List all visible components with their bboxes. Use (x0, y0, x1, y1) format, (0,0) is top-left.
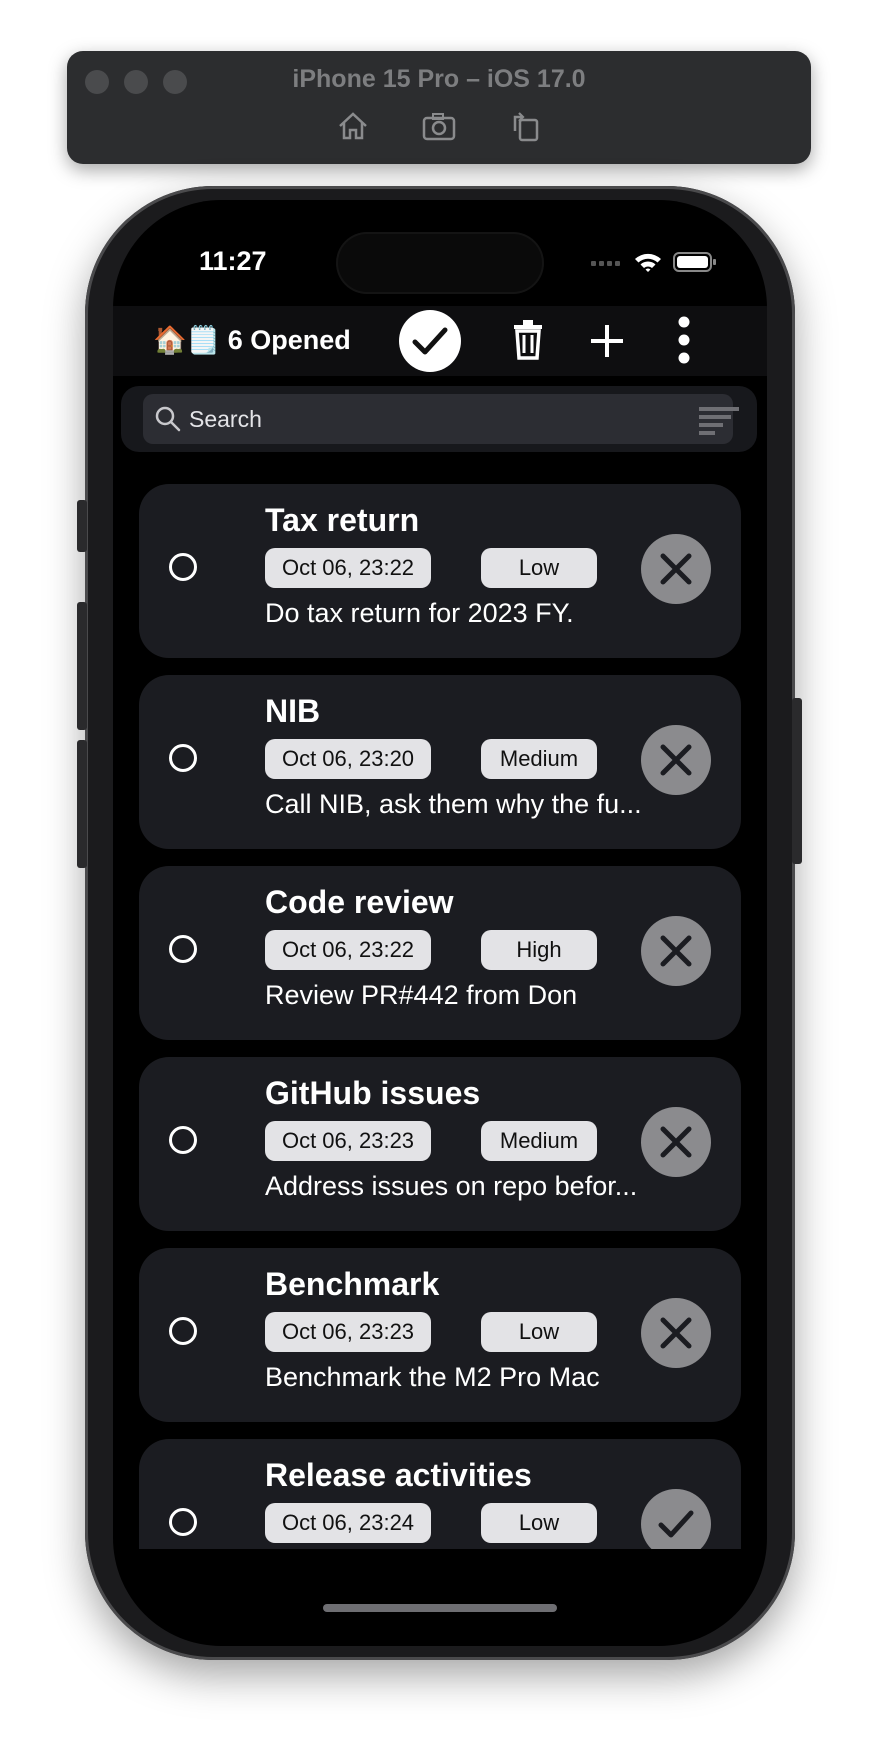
power-button[interactable] (792, 698, 802, 864)
search-bar: Search (121, 386, 757, 452)
dynamic-island (336, 232, 544, 294)
simulator-title: iPhone 15 Pro – iOS 17.0 (292, 65, 586, 93)
task-card[interactable]: Benchmark Oct 06, 23:23 Low Benchmark th… (139, 1248, 741, 1422)
task-title: NIB (265, 693, 321, 729)
search-input[interactable]: Search (143, 394, 739, 444)
task-card[interactable]: Code review Oct 06, 23:22 High Review PR… (139, 866, 741, 1040)
delete-task-button[interactable] (641, 1298, 711, 1368)
delete-task-button[interactable] (641, 916, 711, 986)
close-icon (660, 935, 692, 967)
complete-radio-button[interactable] (169, 935, 197, 963)
complete-task-button[interactable] (641, 1489, 711, 1549)
close-icon (660, 1317, 692, 1349)
task-priority-chip: Low (481, 1312, 597, 1352)
complete-radio-button[interactable] (169, 1317, 197, 1345)
task-priority-chip: Medium (481, 1121, 597, 1161)
simulator-title-bar: iPhone 15 Pro – iOS 17.0 (67, 51, 811, 164)
task-card[interactable]: Release activities Oct 06, 23:24 Low (139, 1439, 741, 1549)
plus-icon[interactable] (589, 323, 625, 359)
check-circle-button[interactable] (399, 310, 461, 372)
rotate-icon[interactable] (507, 109, 543, 143)
task-title: GitHub issues (265, 1075, 481, 1111)
task-priority-chip: Medium (481, 739, 597, 779)
complete-radio-button[interactable] (169, 553, 197, 581)
task-card[interactable]: NIB Oct 06, 23:20 Medium Call NIB, ask t… (139, 675, 741, 849)
task-priority-chip: High (481, 930, 597, 970)
volume-down-button[interactable] (77, 740, 87, 868)
status-icons (591, 250, 717, 274)
home-indicator[interactable] (323, 1604, 557, 1612)
task-title: Benchmark (265, 1266, 440, 1302)
task-date-chip: Oct 06, 23:22 (265, 930, 431, 970)
task-title: Tax return (265, 502, 420, 538)
task-date-chip: Oct 06, 23:22 (265, 548, 431, 588)
delete-task-button[interactable] (641, 1107, 711, 1177)
close-icon (660, 1126, 692, 1158)
task-date-chip: Oct 06, 23:20 (265, 739, 431, 779)
checkmark-icon (658, 1510, 694, 1538)
status-time: 11:27 (199, 246, 267, 276)
trash-icon[interactable] (513, 320, 543, 360)
cellular-signal-icon (591, 261, 620, 266)
search-placeholder: Search (189, 406, 262, 432)
nav-bar: 🏠🗒️ 6 Opened (113, 306, 767, 376)
screenshot-icon[interactable] (421, 109, 457, 143)
task-card[interactable]: GitHub issues Oct 06, 23:23 Medium Addre… (139, 1057, 741, 1231)
sort-filter-icon[interactable] (697, 406, 741, 436)
wifi-icon (635, 253, 661, 272)
task-list: Tax return Oct 06, 23:22 Low Do tax retu… (139, 484, 741, 1549)
complete-radio-button[interactable] (169, 1508, 197, 1536)
task-title: Code review (265, 884, 454, 920)
delete-task-button[interactable] (641, 725, 711, 795)
complete-radio-button[interactable] (169, 1126, 197, 1154)
nav-title: 🏠🗒️ 6 Opened (153, 325, 351, 355)
battery-icon (673, 252, 716, 272)
task-description: Call NIB, ask them why the fu... (265, 789, 642, 819)
task-date-chip: Oct 06, 23:24 (265, 1503, 431, 1543)
check-circle-icon (412, 327, 448, 355)
task-description: Benchmark the M2 Pro Mac (265, 1362, 600, 1392)
task-title: Release activities (265, 1457, 532, 1493)
task-description: Review PR#442 from Don (265, 980, 578, 1010)
phone-screen: 11:27 🏠🗒️ 6 Opened Search Tax return Oct… (113, 200, 767, 1646)
more-vertical-icon[interactable] (676, 316, 692, 364)
task-date-chip: Oct 06, 23:23 (265, 1312, 431, 1352)
close-icon (660, 744, 692, 776)
complete-radio-button[interactable] (169, 744, 197, 772)
task-priority-chip: Low (481, 548, 597, 588)
task-card[interactable]: Tax return Oct 06, 23:22 Low Do tax retu… (139, 484, 741, 658)
volume-up-button[interactable] (77, 602, 87, 730)
task-description: Address issues on repo befor... (265, 1171, 638, 1201)
close-icon (660, 553, 692, 585)
delete-task-button[interactable] (641, 534, 711, 604)
action-button[interactable] (77, 500, 87, 552)
task-date-chip: Oct 06, 23:23 (265, 1121, 431, 1161)
home-icon[interactable] (335, 109, 371, 143)
task-description: Do tax return for 2023 FY. (265, 598, 574, 628)
search-icon (155, 406, 181, 432)
task-priority-chip: Low (481, 1503, 597, 1543)
